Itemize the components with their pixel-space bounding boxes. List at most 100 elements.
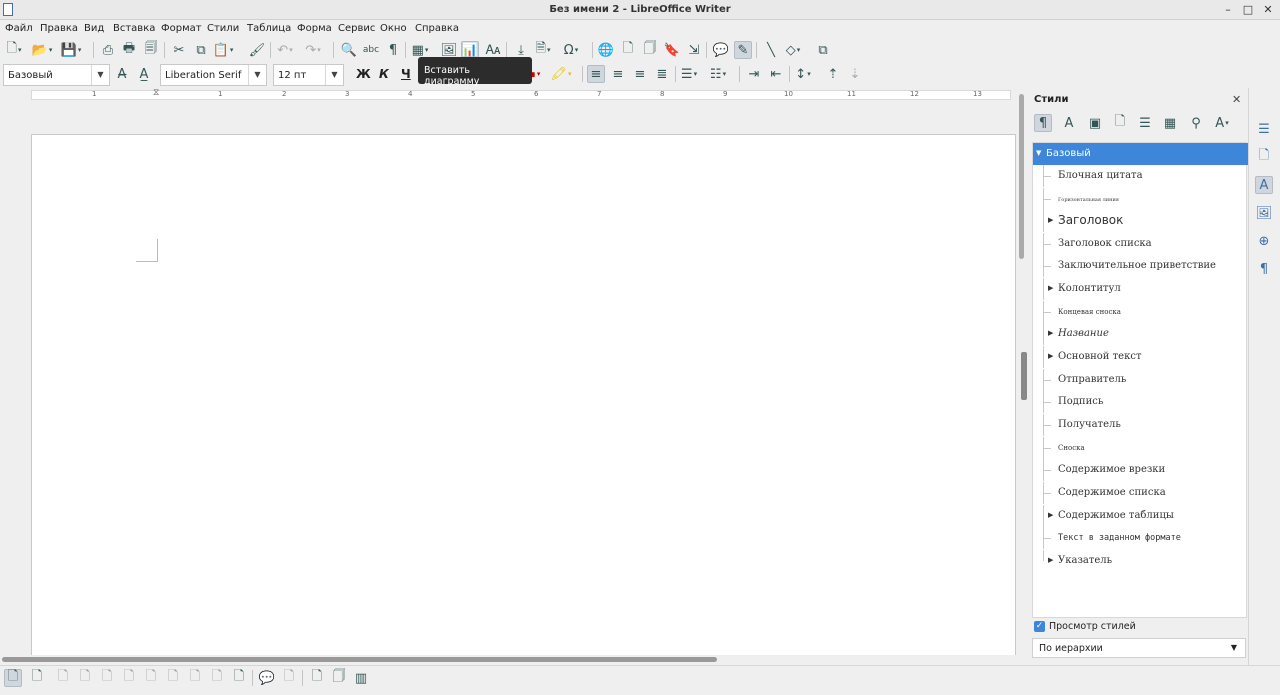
- page-icon[interactable]: 🗋: [54, 669, 72, 687]
- find-replace-icon[interactable]: 🔍: [340, 41, 358, 59]
- increase-indent-icon[interactable]: ⇥: [745, 65, 763, 83]
- ordered-list-icon[interactable]: ☷ ▾: [709, 65, 727, 83]
- style-item[interactable]: ▶ Колонтитул: [1033, 278, 1248, 300]
- style-item[interactable]: Отправитель: [1033, 369, 1248, 391]
- chevron-down-icon[interactable]: ▼: [248, 65, 266, 85]
- style-item[interactable]: ▶ Содержимое таблицы: [1033, 505, 1248, 527]
- underline-button[interactable]: Ч: [401, 67, 411, 81]
- style-item[interactable]: Горизонтальная линия: [1033, 188, 1248, 210]
- style-item[interactable]: ▶ Указатель: [1033, 550, 1248, 572]
- styles-list[interactable]: ▼ Базовый Блочная цитата Горизонтальная …: [1032, 142, 1248, 618]
- style-item[interactable]: Получатель: [1033, 414, 1248, 436]
- horizontal-scrollbar[interactable]: [0, 655, 1017, 665]
- styles-deck-icon[interactable]: A: [1255, 176, 1273, 194]
- increase-paragraph-spacing-icon[interactable]: ⇡: [824, 65, 842, 83]
- chevron-right-icon[interactable]: ▶: [1048, 511, 1053, 519]
- minimize-icon[interactable]: –: [1221, 3, 1235, 17]
- print-preview-icon[interactable]: 🗐: [142, 41, 160, 59]
- page-icon[interactable]: 🗋: [4, 669, 22, 687]
- redo-icon[interactable]: ↷ ▾: [304, 41, 322, 59]
- chevron-right-icon[interactable]: ▶: [1048, 284, 1053, 292]
- menu-styles[interactable]: Стили: [207, 23, 239, 34]
- style-item[interactable]: Заголовок списка: [1033, 233, 1248, 255]
- basic-shapes-icon[interactable]: ◇ ▾: [784, 41, 802, 59]
- page-icon[interactable]: 🗋: [208, 669, 226, 687]
- style-item[interactable]: Заключительное приветствие: [1033, 255, 1248, 277]
- page-icon[interactable]: 🗋: [164, 669, 182, 687]
- menu-form[interactable]: Форма: [297, 23, 332, 34]
- vertical-scroll-thumb[interactable]: [1019, 94, 1024, 259]
- chevron-right-icon[interactable]: ▶: [1048, 329, 1053, 337]
- chevron-right-icon[interactable]: ▶: [1048, 556, 1053, 564]
- checkbox-checked-icon[interactable]: ✓: [1034, 621, 1045, 632]
- horizontal-ruler[interactable]: 1 1 2 3 4 5 6 7 8 9 10 11 12 13 ⧖: [0, 88, 1017, 102]
- insert-footnote-icon[interactable]: 🗋: [619, 41, 637, 59]
- style-item[interactable]: Концевая сноска: [1033, 301, 1248, 323]
- horizontal-scroll-thumb[interactable]: [2, 657, 717, 662]
- spelling-icon[interactable]: abc: [362, 41, 380, 59]
- insert-cross-reference-icon[interactable]: ⇲: [685, 41, 703, 59]
- menu-window[interactable]: Окно: [380, 23, 407, 34]
- chevron-right-icon[interactable]: ▶: [1048, 352, 1053, 360]
- open-folder-icon[interactable]: 📂 ▾: [32, 41, 53, 59]
- insert-line-icon[interactable]: ╲: [762, 41, 780, 59]
- bold-button[interactable]: Ж: [356, 67, 371, 81]
- decrease-paragraph-spacing-icon[interactable]: ⇣: [846, 65, 864, 83]
- menu-help[interactable]: Справка: [415, 23, 459, 34]
- properties-icon[interactable]: ☰: [1255, 120, 1273, 138]
- page-settings-icon[interactable]: 🗋: [28, 669, 46, 687]
- chevron-down-icon[interactable]: ▼: [91, 65, 109, 85]
- list-styles-icon[interactable]: ☰: [1136, 114, 1154, 132]
- menu-file[interactable]: Файл: [5, 23, 33, 34]
- character-styles-icon[interactable]: A: [1060, 114, 1078, 132]
- document-area[interactable]: [0, 102, 1017, 664]
- insert-hyperlink-icon[interactable]: 🌐: [597, 41, 615, 59]
- style-item[interactable]: ▶ Основной текст: [1033, 346, 1248, 368]
- document-page[interactable]: [31, 134, 1016, 664]
- undo-icon[interactable]: ↶ ▾: [276, 41, 294, 59]
- paragraph-style-combo[interactable]: Базовый ▼: [3, 64, 110, 86]
- menu-edit[interactable]: Правка: [40, 23, 78, 34]
- chevron-down-icon[interactable]: ▼: [1036, 149, 1041, 157]
- align-left-icon[interactable]: ≡: [587, 65, 605, 83]
- page-icon[interactable]: 🗋: [230, 669, 248, 687]
- update-style-icon[interactable]: A̶: [113, 65, 131, 83]
- indent-marker-icon[interactable]: ⧖: [153, 88, 159, 98]
- formatting-marks-icon[interactable]: ¶: [384, 41, 402, 59]
- manage-changes-icon[interactable]: ¶: [1255, 260, 1273, 278]
- gallery-icon[interactable]: 🖼: [1255, 204, 1273, 222]
- style-item[interactable]: Содержимое врезки: [1033, 459, 1248, 481]
- style-item[interactable]: Блочная цитата: [1033, 165, 1248, 187]
- chevron-down-icon[interactable]: ▼: [325, 65, 343, 85]
- sidebar-collapse-handle[interactable]: [1021, 352, 1027, 400]
- page-icon[interactable]: 🗋: [308, 669, 326, 687]
- page-icon[interactable]: 🗋: [280, 669, 298, 687]
- save-icon[interactable]: 💾 ▾: [61, 41, 82, 59]
- track-changes-icon[interactable]: ✎: [734, 41, 752, 59]
- chevron-right-icon[interactable]: ▶: [1048, 216, 1053, 224]
- clone-formatting-icon[interactable]: 🖌: [248, 41, 266, 59]
- cut-icon[interactable]: ✂: [170, 41, 188, 59]
- justify-icon[interactable]: ≣: [653, 65, 671, 83]
- close-icon[interactable]: ✕: [1232, 93, 1241, 106]
- book-view-icon[interactable]: ▥: [352, 669, 370, 687]
- paste-icon[interactable]: 📋 ▾: [213, 41, 234, 59]
- close-window-icon[interactable]: ✕: [1261, 3, 1275, 17]
- insert-endnote-icon[interactable]: 🗍: [641, 41, 659, 59]
- highlight-color-icon[interactable]: 🖍 ▾: [550, 65, 571, 83]
- maximize-icon[interactable]: □: [1241, 3, 1255, 17]
- page-icon[interactable]: 🗋: [120, 669, 138, 687]
- decrease-indent-icon[interactable]: ⇤: [767, 65, 785, 83]
- new-style-icon[interactable]: A̲: [135, 65, 153, 83]
- menu-view[interactable]: Вид: [84, 23, 104, 34]
- navigator-icon[interactable]: ⊕: [1255, 232, 1273, 250]
- italic-button[interactable]: К: [379, 67, 389, 81]
- menu-insert[interactable]: Вставка: [113, 23, 155, 34]
- menu-table[interactable]: Таблица: [247, 23, 291, 34]
- page-deck-icon[interactable]: 🗋: [1255, 148, 1273, 166]
- frame-styles-icon[interactable]: ▣: [1086, 114, 1104, 132]
- style-item[interactable]: ▶ Название: [1033, 323, 1248, 345]
- page-icon[interactable]: 🗋: [98, 669, 116, 687]
- style-item[interactable]: Содержимое списка: [1033, 482, 1248, 504]
- style-item-basic[interactable]: ▼ Базовый: [1033, 143, 1248, 165]
